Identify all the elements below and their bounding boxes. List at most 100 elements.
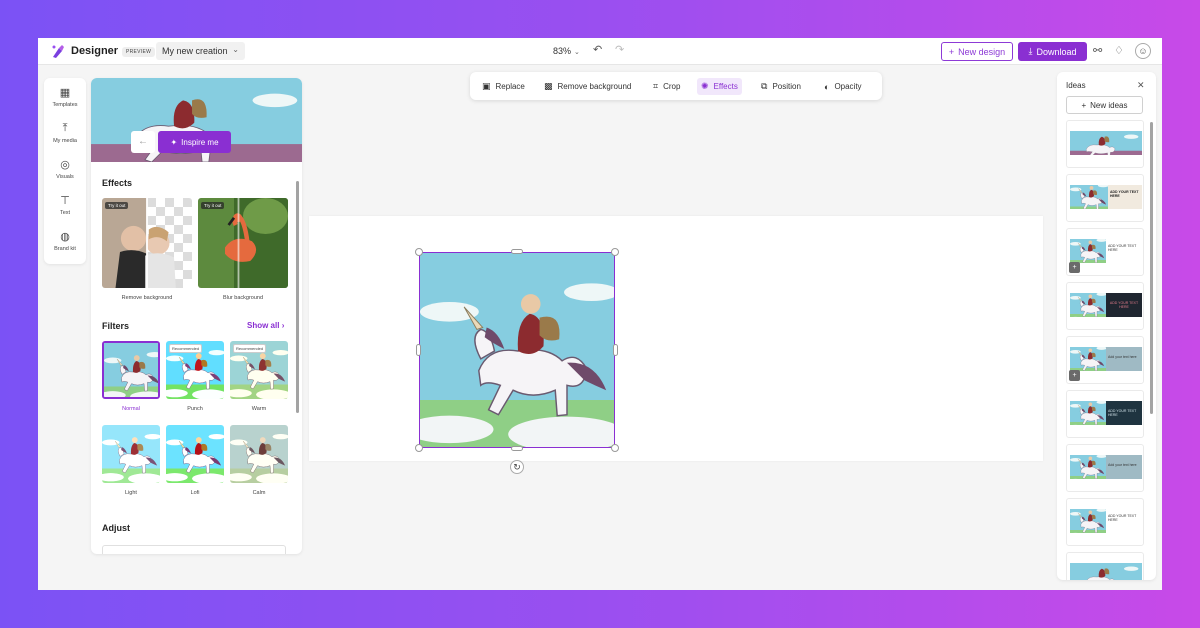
idea-text: Add your text here [1106,455,1142,479]
rail-item-label: My media [53,138,77,144]
idea-card[interactable] [1066,552,1144,580]
palette-icon: ◍ [60,231,70,243]
idea-thumbnail [1070,509,1106,533]
idea-card[interactable]: Add your text here [1066,444,1144,492]
inspiration-banner: ← ✦ Inspire me [91,78,302,162]
rail-item-brand-kit[interactable]: ◍ Brand kit [44,230,86,252]
effects-button[interactable]: ✺ Effects [697,78,742,95]
idea-thumbnail [1070,131,1142,155]
position-icon: ⧉ [761,81,768,91]
close-icon[interactable]: ✕ [1137,80,1145,91]
show-all-label: Show all [247,321,280,330]
filter-preview-image [166,425,224,483]
inspire-me-button[interactable]: ✦ Inspire me [158,131,231,153]
filter-preview-image [230,425,288,483]
document-name: My new creation [162,46,228,56]
idea-thumbnail [1070,563,1142,580]
filter-label: Warm [251,406,267,412]
rail-item-visuals[interactable]: ◎ Visuals [44,158,86,180]
filter-calm[interactable] [230,425,288,483]
app-header: Designer PREVIEW My new creation ⌄ 83% ⌄ … [38,38,1162,65]
designer-logo-icon [52,45,64,58]
idea-thumbnail [1070,293,1106,317]
try-it-out-badge: Try it out [105,202,129,209]
templates-icon: ▦ [59,87,71,99]
show-all-link[interactable]: Show all › [247,321,284,330]
account-avatar-icon[interactable]: ☺ [1135,43,1151,59]
resize-handle-bottom[interactable] [511,446,523,451]
document-name-dropdown[interactable]: My new creation ⌄ [156,42,245,60]
filter-lofi[interactable] [166,425,224,483]
resize-handle-left[interactable] [416,344,421,356]
rail-item-label: Templates [52,102,78,108]
idea-card[interactable]: ADD YOUR TEXT HERE + [1066,228,1144,276]
ideas-panel: Ideas ✕ + New ideas ADD YOUR TEXT HERE A… [1057,72,1156,580]
resize-handle-top[interactable] [511,249,523,254]
recommended-badge: Recommended [233,344,267,353]
opacity-button[interactable]: ◐ Opacity [820,78,866,95]
effects-panel: ← ✦ Inspire me Effects Try it out Remove… [91,78,302,554]
rail-item-my-media[interactable]: ⤒ My media [44,122,86,144]
rail-item-text[interactable]: ⊤ Text [44,194,86,216]
shapes-icon: ◎ [60,159,70,171]
chevron-down-icon: ⌄ [574,49,580,56]
toolbar-label: Replace [495,82,525,91]
new-design-button[interactable]: + New design [941,42,1013,61]
feedback-icon[interactable]: ♢ [1114,44,1124,57]
idea-card[interactable] [1066,120,1144,168]
image-icon: ▣ [482,81,491,91]
rail-item-label: Brand kit [54,246,76,252]
effect-label: Remove background [121,295,173,301]
idea-card[interactable]: Add your text here + [1066,336,1144,384]
idea-thumbnail [1070,455,1106,479]
filter-punch[interactable]: Recommended [166,341,224,399]
filter-warm[interactable]: Recommended [230,341,288,399]
filter-label: Normal [122,406,140,412]
filter-light[interactable] [102,425,160,483]
remove-background-button[interactable]: ▩ Remove background [540,78,635,95]
undo-icon[interactable]: ↶ [593,43,602,56]
filter-preview-image [102,425,160,483]
crop-button[interactable]: ⌗ Crop [649,78,684,95]
add-icon[interactable]: + [1069,262,1080,273]
adjust-heading: Adjust [102,523,130,533]
resize-handle-top-right[interactable] [611,248,619,256]
new-ideas-label: New ideas [1090,100,1128,110]
chevron-down-icon: ⌄ [232,45,239,54]
filter-normal[interactable] [102,341,160,399]
back-arrow-icon[interactable]: ← [131,131,155,153]
new-design-label: New design [958,46,1006,57]
idea-card[interactable]: ADD YOUR TEXT HERE [1066,498,1144,546]
idea-card[interactable]: ADD YOUR TEXT HERE [1066,174,1144,222]
resize-handle-top-left[interactable] [415,248,423,256]
plus-icon: + [948,46,955,57]
rotate-handle-icon[interactable]: ↻ [510,460,524,474]
effect-blur-background[interactable]: Try it out [198,198,288,288]
resize-handle-bottom-left[interactable] [415,444,423,452]
idea-text: ADD YOUR TEXT HERE [1106,293,1142,317]
filter-label: Calm [252,490,266,496]
adjust-control[interactable] [102,545,286,554]
rail-item-templates[interactable]: ▦ Templates [44,86,86,108]
toolbar-label: Effects [713,82,738,91]
idea-card[interactable]: ADD YOUR TEXT HERE [1066,282,1144,330]
new-ideas-button[interactable]: + New ideas [1066,96,1143,114]
ideas-scrollbar[interactable] [1150,122,1153,414]
add-icon[interactable]: + [1069,370,1080,381]
effects-heading: Effects [102,178,133,188]
effect-preview-image [198,198,288,288]
redo-icon[interactable]: ↷ [615,43,624,56]
effect-remove-background[interactable]: Try it out [102,198,192,288]
zoom-dropdown[interactable]: 83% ⌄ [553,46,580,56]
idea-card[interactable]: ADD YOUR TEXT HERE [1066,390,1144,438]
panel-scrollbar[interactable] [296,181,299,413]
toolbar-label: Opacity [834,82,862,91]
resize-handle-right[interactable] [613,344,618,356]
position-button[interactable]: ⧉ Position [757,78,805,95]
selected-image[interactable] [419,252,615,448]
remove-bg-icon: ▩ [544,81,553,91]
replace-button[interactable]: ▣ Replace [478,78,529,95]
download-button[interactable]: ⤓ Download [1018,42,1087,61]
resize-handle-bottom-right[interactable] [611,444,619,452]
share-icon[interactable]: ⚯ [1093,44,1102,57]
